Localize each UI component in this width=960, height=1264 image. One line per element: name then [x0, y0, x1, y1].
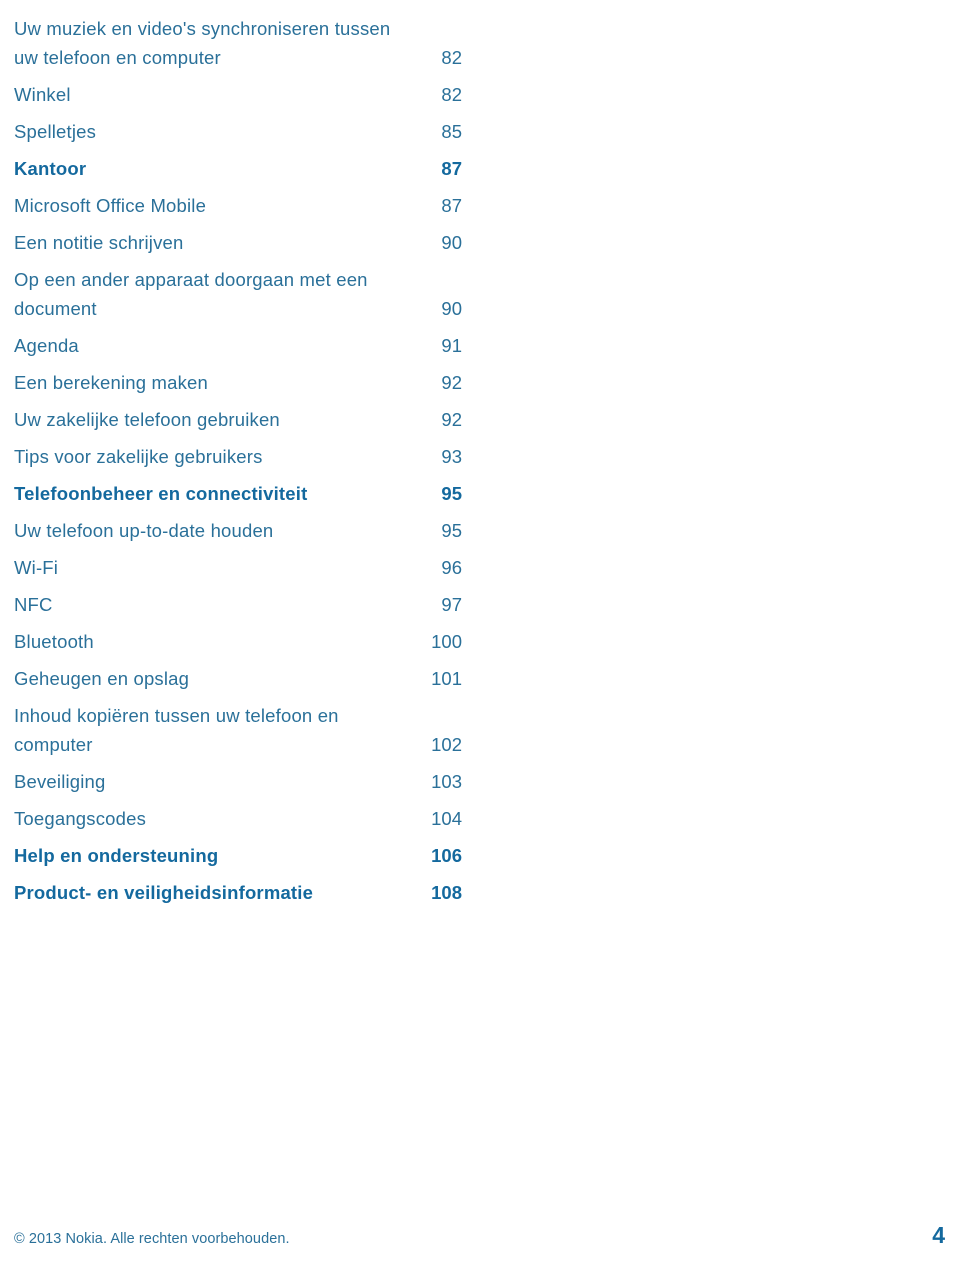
table-of-contents: Uw muziek en video's synchroniseren tuss… — [14, 6, 462, 907]
toc-entry-title: Uw telefoon up-to-date houden — [14, 520, 274, 541]
toc-entry[interactable]: NFC 97 — [14, 582, 462, 619]
toc-entry[interactable]: Kantoor 87 — [14, 146, 462, 183]
toc-entry-title: Telefoonbeheer en connectiviteit — [14, 483, 308, 504]
toc-entry[interactable]: Agenda 91 — [14, 323, 462, 360]
toc-entry-page: 92 — [441, 409, 462, 430]
toc-entry-page: 96 — [441, 557, 462, 578]
toc-entry-page: 91 — [441, 335, 462, 356]
toc-entry[interactable]: Microsoft Office Mobile 87 — [14, 183, 462, 220]
toc-entry[interactable]: Geheugen en opslag 101 — [14, 656, 462, 693]
toc-entry-page: 103 — [431, 771, 462, 792]
toc-entry-title: Winkel — [14, 84, 71, 105]
toc-entry-title: Bluetooth — [14, 631, 94, 652]
toc-entry-page: 82 — [441, 84, 462, 105]
toc-entry[interactable]: Bluetooth 100 — [14, 619, 462, 656]
toc-entry-page: 85 — [441, 121, 462, 142]
toc-entry-title: Uw muziek en video's synchroniseren tuss… — [14, 18, 391, 68]
toc-entry-page: 90 — [441, 298, 462, 319]
copyright-notice: © 2013 Nokia. Alle rechten voorbehouden. — [14, 1231, 290, 1247]
page-footer: © 2013 Nokia. Alle rechten voorbehouden.… — [14, 1222, 946, 1256]
toc-entry-page: 95 — [441, 483, 462, 504]
toc-entry[interactable]: Toegangscodes 104 — [14, 796, 462, 833]
toc-entry[interactable]: Spelletjes 85 — [14, 109, 462, 146]
toc-entry-page: 106 — [431, 845, 462, 866]
toc-entry-page: 97 — [441, 594, 462, 615]
toc-entry-title: Help en ondersteuning — [14, 845, 219, 866]
toc-entry[interactable]: Uw muziek en video's synchroniseren tuss… — [14, 6, 462, 72]
toc-entry-title: Geheugen en opslag — [14, 668, 190, 689]
toc-entry-title: Microsoft Office Mobile — [14, 195, 207, 216]
toc-entry-title: Inhoud kopiëren tussen uw telefoon en co… — [14, 705, 339, 755]
toc-entry-page: 100 — [431, 631, 462, 652]
toc-entry-page: 104 — [431, 808, 462, 829]
toc-entry-title: Beveiliging — [14, 771, 106, 792]
toc-entry-title: NFC — [14, 594, 53, 615]
toc-entry[interactable]: Een berekening maken 92 — [14, 360, 462, 397]
toc-entry-page: 90 — [441, 232, 462, 253]
toc-entry[interactable]: Wi-Fi 96 — [14, 545, 462, 582]
toc-entry-page: 82 — [441, 47, 462, 68]
toc-entry-page: 92 — [441, 372, 462, 393]
toc-entry-title: Agenda — [14, 335, 79, 356]
toc-entry[interactable]: Een notitie schrijven 90 — [14, 220, 462, 257]
toc-entry[interactable]: Inhoud kopiëren tussen uw telefoon en co… — [14, 693, 462, 759]
toc-entry-page: 95 — [441, 520, 462, 541]
toc-entry-page: 108 — [431, 882, 462, 903]
toc-entry-page: 102 — [431, 734, 462, 755]
toc-entry-title: Tips voor zakelijke gebruikers — [14, 446, 263, 467]
toc-entry[interactable]: Help en ondersteuning 106 — [14, 833, 462, 870]
toc-entry-title: Kantoor — [14, 158, 87, 179]
toc-entry[interactable]: Uw zakelijke telefoon gebruiken 92 — [14, 397, 462, 434]
toc-entry-page: 87 — [441, 158, 462, 179]
toc-entry-title: Toegangscodes — [14, 808, 147, 829]
toc-entry-page: 93 — [441, 446, 462, 467]
page-number: 4 — [932, 1222, 945, 1248]
toc-entry[interactable]: Beveiliging 103 — [14, 759, 462, 796]
toc-entry-title: Spelletjes — [14, 121, 97, 142]
toc-entry[interactable]: Telefoonbeheer en connectiviteit 95 — [14, 471, 462, 508]
toc-entry-title: Een notitie schrijven — [14, 232, 184, 253]
toc-entry[interactable]: Tips voor zakelijke gebruikers 93 — [14, 434, 462, 471]
toc-entry[interactable]: Winkel 82 — [14, 72, 462, 109]
toc-entry[interactable]: Op een ander apparaat doorgaan met een d… — [14, 257, 462, 323]
toc-entry[interactable]: Uw telefoon up-to-date houden 95 — [14, 508, 462, 545]
toc-entry[interactable]: Product- en veiligheidsinformatie 108 — [14, 870, 462, 907]
toc-entry-page: 87 — [441, 195, 462, 216]
toc-entry-title: Product- en veiligheidsinformatie — [14, 882, 314, 903]
toc-entry-title: Een berekening maken — [14, 372, 208, 393]
toc-entry-page: 101 — [431, 668, 462, 689]
toc-entry-title: Wi-Fi — [14, 557, 59, 578]
toc-entry-title: Uw zakelijke telefoon gebruiken — [14, 409, 280, 430]
toc-entry-title: Op een ander apparaat doorgaan met een d… — [14, 269, 368, 319]
